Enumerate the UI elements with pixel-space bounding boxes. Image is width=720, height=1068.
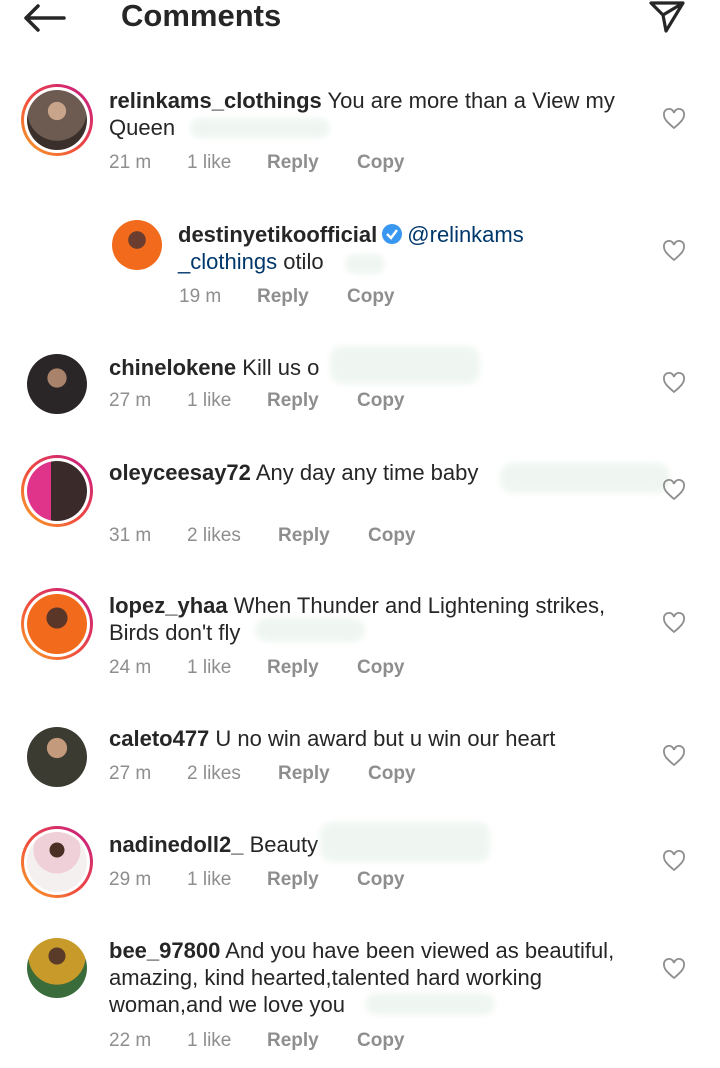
copy-button[interactable]: Copy xyxy=(357,657,405,679)
blurred-emoji xyxy=(365,993,495,1015)
reply-button[interactable]: Reply xyxy=(267,869,357,891)
comment-text: U no win award but u win our heart xyxy=(215,726,556,751)
avatar[interactable] xyxy=(27,727,87,787)
copy-button[interactable]: Copy xyxy=(368,525,416,547)
copy-button[interactable]: Copy xyxy=(368,763,416,785)
heart-outline-icon[interactable] xyxy=(662,108,686,130)
blurred-emoji xyxy=(190,118,330,138)
blurred-emoji xyxy=(500,463,670,493)
back-button[interactable] xyxy=(22,0,72,36)
comment-meta: 29 m 1 like Reply Copy xyxy=(109,869,405,891)
heart-outline-icon[interactable] xyxy=(662,372,686,394)
comment-username[interactable]: destinyetikoofficial xyxy=(178,222,377,247)
heart-outline-icon[interactable] xyxy=(662,479,686,501)
share-button[interactable] xyxy=(648,0,688,36)
avatar[interactable] xyxy=(21,455,93,527)
blurred-emoji xyxy=(320,822,490,862)
heart-outline-icon[interactable] xyxy=(662,240,686,262)
comment-body: lopez_yhaa When Thunder and Lightening s… xyxy=(109,592,639,646)
copy-button[interactable]: Copy xyxy=(357,390,405,412)
comment-meta: 31 m 2 likes Reply Copy xyxy=(109,525,416,547)
comment-time: 24 m xyxy=(109,657,152,678)
copy-button[interactable]: Copy xyxy=(357,869,405,891)
reply-button[interactable]: Reply xyxy=(257,286,347,308)
reply-button[interactable]: Reply xyxy=(267,152,357,174)
comment-time: 19 m xyxy=(179,286,222,307)
comment-meta: 19 m Reply Copy xyxy=(179,286,395,308)
paper-plane-icon xyxy=(649,1,685,33)
comment-time: 27 m xyxy=(109,763,152,784)
avatar[interactable] xyxy=(27,354,87,414)
comment-time: 31 m xyxy=(109,525,152,546)
blurred-emoji xyxy=(255,618,365,642)
comment-likes[interactable]: 2 likes xyxy=(187,525,278,547)
header-bar: Comments xyxy=(0,0,720,40)
avatar[interactable] xyxy=(21,84,93,156)
comment-likes[interactable]: 1 like xyxy=(187,152,267,174)
page-title: Comments xyxy=(121,0,282,33)
heart-outline-icon[interactable] xyxy=(662,850,686,872)
comment-body: relinkams_clothings You are more than a … xyxy=(109,87,639,141)
avatar[interactable] xyxy=(21,588,93,660)
heart-outline-icon[interactable] xyxy=(662,958,686,980)
reply-button[interactable]: Reply xyxy=(267,657,357,679)
comment-body: caleto477 U no win award but u win our h… xyxy=(109,725,639,752)
comment-meta: 22 m 1 like Reply Copy xyxy=(109,1030,405,1052)
heart-outline-icon[interactable] xyxy=(662,745,686,767)
reply-button[interactable]: Reply xyxy=(278,763,368,785)
verified-badge-icon xyxy=(382,224,403,244)
copy-button[interactable]: Copy xyxy=(357,152,405,174)
comment-username[interactable]: oleyceesay72 xyxy=(109,460,251,485)
comment-text: Beauty xyxy=(249,832,319,857)
avatar[interactable] xyxy=(112,220,162,270)
comment-time: 27 m xyxy=(109,390,152,411)
arrow-left-icon xyxy=(24,4,66,32)
comment-time: 29 m xyxy=(109,869,152,890)
comment-meta: 21 m 1 like Reply Copy xyxy=(109,152,405,174)
comment-username[interactable]: nadinedoll2_ xyxy=(109,832,243,857)
comment-likes[interactable]: 1 like xyxy=(187,657,267,679)
heart-outline-icon[interactable] xyxy=(662,612,686,634)
reply-button[interactable]: Reply xyxy=(278,525,368,547)
copy-button[interactable]: Copy xyxy=(357,1030,405,1052)
blurred-emoji xyxy=(330,346,480,384)
reply-button[interactable]: Reply xyxy=(267,1030,357,1052)
reply-button[interactable]: Reply xyxy=(267,390,357,412)
comment-likes[interactable]: 1 like xyxy=(187,390,267,412)
avatar[interactable] xyxy=(27,938,87,998)
copy-button[interactable]: Copy xyxy=(347,286,395,308)
comment-meta: 24 m 1 like Reply Copy xyxy=(109,657,405,679)
avatar[interactable] xyxy=(21,826,93,898)
comment-likes[interactable]: 1 like xyxy=(187,869,267,891)
comment-text: Any day any time baby xyxy=(255,460,479,485)
comment-username[interactable]: lopez_yhaa xyxy=(109,593,228,618)
comment-text: otilo xyxy=(283,249,324,274)
comment-username[interactable]: relinkams_clothings xyxy=(109,88,322,113)
comment-likes[interactable]: 1 like xyxy=(187,1030,267,1052)
comment-likes[interactable]: 2 likes xyxy=(187,763,278,785)
comment-username[interactable]: caleto477 xyxy=(109,726,209,751)
comment-username[interactable]: chinelokene xyxy=(109,355,236,380)
comment-time: 21 m xyxy=(109,152,152,173)
comment-text: Kill us o xyxy=(242,355,320,380)
comment-username[interactable]: bee_97800 xyxy=(109,938,220,963)
comment-meta: 27 m 2 likes Reply Copy xyxy=(109,763,416,785)
comment-meta: 27 m 1 like Reply Copy xyxy=(109,390,405,412)
comment-time: 22 m xyxy=(109,1030,152,1051)
blurred-emoji xyxy=(345,254,385,274)
